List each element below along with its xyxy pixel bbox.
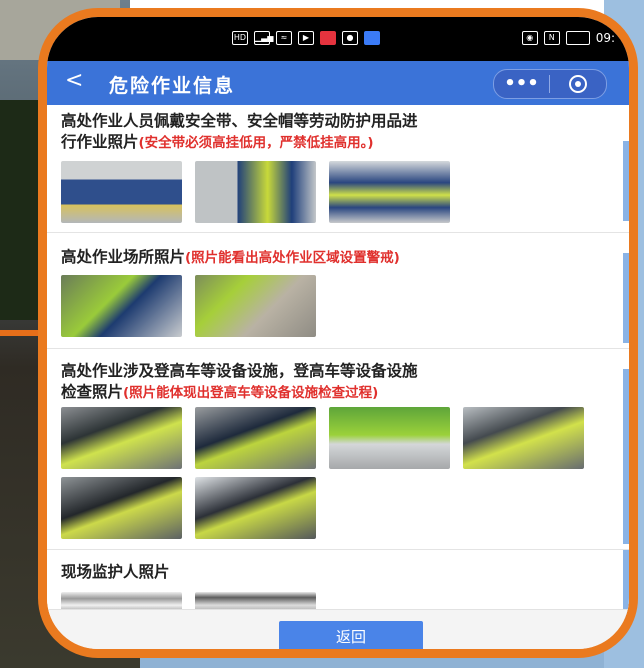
status-bar: HD ▁▃▅ ≈ ▶ ● ◉ N 09:: [47, 17, 629, 61]
content-scroll-area[interactable]: 高处作业人员佩戴安全带、安全帽等劳动防护用品进 行作业照片(安全带必须高挂低用，…: [47, 105, 629, 625]
alert-icon: ●: [342, 31, 358, 45]
section-title-line2: 检查照片: [61, 383, 124, 401]
section-site-photos: 高处作业场所照片(照片能看出高处作业区域设置警戒): [47, 233, 629, 349]
photo-thumbnail[interactable]: [195, 161, 316, 223]
section-title-line1: 高处作业人员佩戴安全带、安全帽等劳动防护用品进: [61, 112, 418, 130]
status-icons-right: ◉ N 09:: [521, 31, 615, 45]
photo-thumbnail[interactable]: [195, 407, 316, 469]
eye-icon: ◉: [521, 31, 538, 45]
section-title-text: 高处作业场所照片: [61, 248, 186, 266]
photo-thumbnail[interactable]: [195, 477, 316, 539]
app-icon: ▶: [298, 31, 314, 45]
photo-thumbnail[interactable]: [329, 161, 450, 223]
section-equipment-check-photos: 高处作业涉及登高车等设备设施，登高车等设备设施 检查照片(照片能体现出登高车等设…: [47, 349, 629, 550]
photo-thumbnail[interactable]: [61, 275, 182, 337]
phone-frame: HD ▁▃▅ ≈ ▶ ● ◉ N 09: < 危险作业信息 ••• 高处作业人员…: [38, 8, 638, 658]
page-title: 危险作业信息: [109, 75, 236, 97]
section-title: 高处作业人员佩戴安全带、安全帽等劳动防护用品进 行作业照片(安全带必须高挂低用，…: [61, 111, 621, 154]
target-circle-icon: [568, 75, 587, 93]
section-title: 高处作业涉及登高车等设备设施，登高车等设备设施 检查照片(照片能体现出登高车等设…: [61, 361, 621, 404]
photo-thumbnail[interactable]: [61, 477, 182, 539]
wifi-icon: ≈: [276, 31, 292, 45]
photo-thumbnail[interactable]: [195, 275, 316, 337]
hd-icon: HD: [232, 31, 248, 45]
mini-program-capsule: •••: [493, 69, 607, 99]
return-button[interactable]: 返回: [279, 621, 423, 649]
more-options-button[interactable]: •••: [494, 74, 549, 94]
photo-thumbnail[interactable]: [329, 407, 450, 469]
record-icon: [364, 31, 380, 45]
section-title: 高处作业场所照片(照片能看出高处作业区域设置警戒): [61, 247, 621, 269]
close-program-button[interactable]: [550, 75, 605, 93]
section-ppe-photos: 高处作业人员佩戴安全带、安全帽等劳动防护用品进 行作业照片(安全带必须高挂低用，…: [47, 105, 629, 233]
photo-thumbnail[interactable]: [463, 407, 584, 469]
battery-icon: [565, 31, 590, 45]
section-title-text: 现场监护人照片: [61, 563, 170, 581]
side-scroll-indicator: [623, 253, 629, 343]
footer-bar: 返回: [47, 609, 629, 649]
section-note: (照片能体现出登高车等设备设施检查过程): [123, 385, 379, 401]
section-title-line2: 行作业照片: [61, 133, 139, 151]
status-icons-left: HD ▁▃▅ ≈ ▶ ●: [232, 31, 380, 45]
navigation-bar: < 危险作业信息 •••: [47, 61, 629, 105]
section-title-line1: 高处作业涉及登高车等设备设施，登高车等设备设施: [61, 362, 418, 380]
side-scroll-indicator: [623, 369, 629, 544]
status-time: 09:: [595, 31, 615, 45]
notification-icon: [320, 31, 336, 45]
signal-icon: ▁▃▅: [254, 31, 273, 45]
photo-thumbnail[interactable]: [61, 407, 182, 469]
section-note: (照片能看出高处作业区域设置警戒): [185, 250, 400, 266]
section-note: (安全带必须高挂低用，严禁低挂高用。): [138, 135, 374, 151]
side-scroll-indicator: [623, 141, 629, 221]
nfc-icon: N: [543, 31, 560, 45]
back-arrow-icon[interactable]: <: [65, 68, 83, 93]
section-title: 现场监护人照片: [61, 562, 621, 583]
photo-thumbnail[interactable]: [61, 161, 182, 223]
